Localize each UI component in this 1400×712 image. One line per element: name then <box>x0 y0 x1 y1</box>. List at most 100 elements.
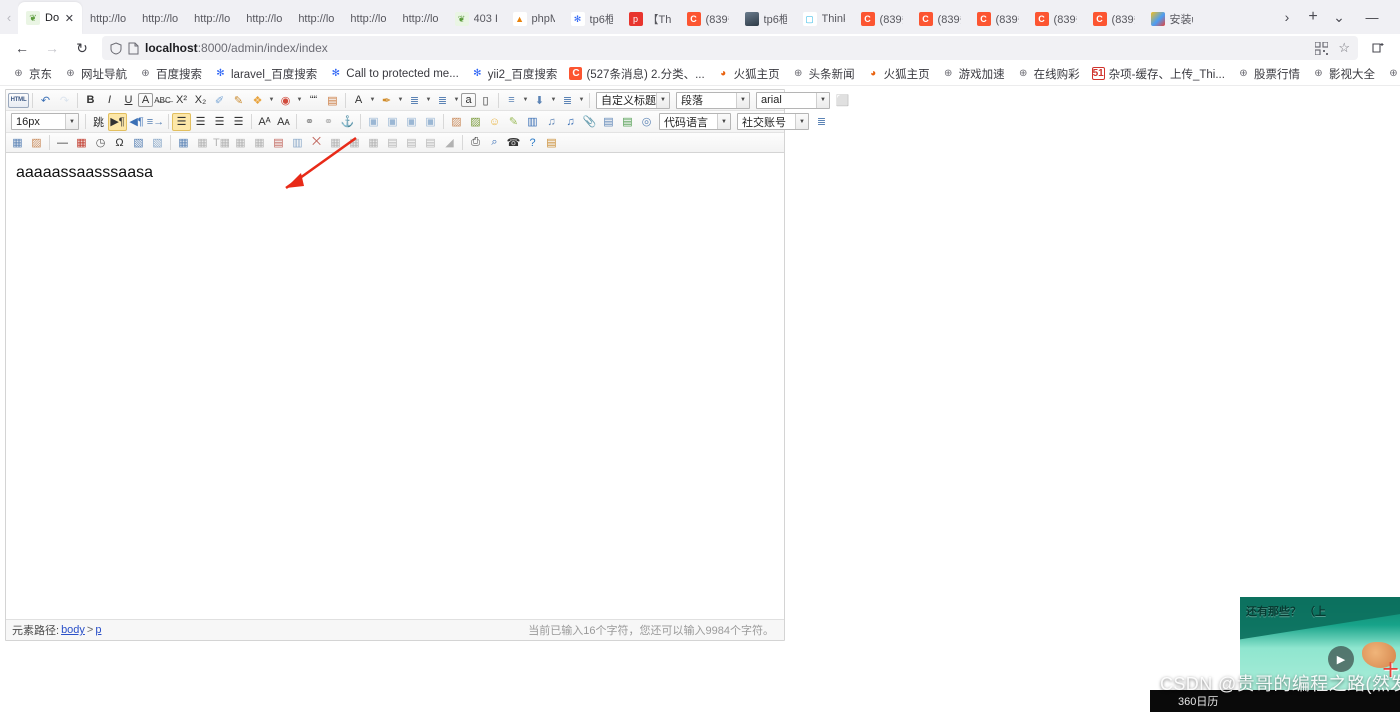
tab-item[interactable]: C (839条 <box>679 4 737 34</box>
search-replace-button[interactable]: ☎ <box>504 134 523 152</box>
table-color-button[interactable]: ◢ <box>440 134 459 152</box>
superscript-button[interactable]: X² <box>172 91 191 109</box>
strikethrough-button[interactable]: A̶B̶C̶ <box>153 91 172 109</box>
tab-item[interactable]: C (839条 <box>911 4 969 34</box>
font-family-select[interactable]: arial ▼ <box>756 91 830 109</box>
bookmark-item[interactable]: ⊕热门小说 <box>1381 65 1400 83</box>
indent-spacing-caret[interactable]: ▼ <box>577 91 586 109</box>
bookmark-item[interactable]: C (527条消息) 2.分类、... <box>563 65 710 83</box>
delete-table-button[interactable]: ▦ <box>193 134 212 152</box>
print-button[interactable]: ⎙ <box>466 134 485 152</box>
insert-time-button[interactable]: ◷ <box>91 134 110 152</box>
help-button[interactable]: ? <box>523 134 542 152</box>
table-sort-button[interactable]: ▦ <box>326 134 345 152</box>
table-align-button[interactable]: ▦ <box>364 134 383 152</box>
insert-music-button[interactable]: ♫ <box>542 113 561 131</box>
tab-item[interactable]: http://lo <box>134 4 186 34</box>
music-search-button[interactable]: ♫ <box>561 113 580 131</box>
paragraph-spacing-caret[interactable]: ▼ <box>549 91 558 109</box>
insert-col-button[interactable]: ▥ <box>288 134 307 152</box>
tab-item[interactable]: http://lo <box>186 4 238 34</box>
collections-icon[interactable] <box>1364 36 1392 60</box>
paragraph-select[interactable]: 段落 ▼ <box>676 91 750 109</box>
insert-code-button[interactable]: ▧ <box>129 134 148 152</box>
word-count-button[interactable]: ≣ <box>812 113 831 131</box>
merge-cell-button[interactable]: ▦ <box>231 134 250 152</box>
chevron-down-icon[interactable]: ▼ <box>717 114 730 129</box>
chevron-down-icon[interactable]: ▼ <box>736 92 749 108</box>
insert-link-button[interactable]: ⚭ <box>300 113 319 131</box>
chevron-down-icon[interactable]: ▼ <box>65 114 78 129</box>
bookmark-item[interactable]: ◕ 火狐主页 <box>711 65 786 83</box>
layout-button[interactable]: ▦ <box>8 134 27 152</box>
page-break-button[interactable]: ▯ <box>476 91 495 109</box>
subscript-button[interactable]: X₂ <box>191 91 210 109</box>
bookmark-item[interactable]: ⊕ 京东 <box>6 65 58 83</box>
minimize-window-button[interactable]: — <box>1352 0 1392 34</box>
insert-table-button[interactable]: ▦ <box>174 134 193 152</box>
remove-format-button[interactable]: ✐ <box>210 91 229 109</box>
bold-button[interactable]: B <box>81 91 100 109</box>
editor-content-area[interactable]: aaaaassaasssaasa <box>6 154 784 619</box>
font-color-button[interactable]: ◉ <box>276 91 295 109</box>
ltr-direction-button[interactable]: ▶¶ <box>108 112 127 131</box>
code-language-select[interactable]: 代码语言 ▼ <box>659 113 731 130</box>
tab-item[interactable]: tp6框 <box>737 4 795 34</box>
bookmark-item[interactable]: ⊕ 股票行情 <box>1231 65 1306 83</box>
format-painter-button[interactable]: ✎ <box>229 91 248 109</box>
close-icon[interactable]: ✕ <box>65 12 74 25</box>
tab-scroll-left-button[interactable]: ‹ <box>0 0 18 34</box>
bookmark-item[interactable]: ⊕ 百度搜索 <box>133 65 208 83</box>
bookmark-item[interactable]: ✻ yii2_百度搜索 <box>465 65 564 83</box>
paste-plain-button[interactable]: 跳 <box>89 113 108 131</box>
special-char-button[interactable]: Ω <box>110 134 129 152</box>
heading-select[interactable]: 自定义标题 ▼ <box>596 91 670 109</box>
chevron-down-icon[interactable]: ▼ <box>816 92 829 108</box>
tab-list-dropdown-button[interactable]: ⌄ <box>1326 4 1352 30</box>
increase-font-button[interactable]: Aᴬ <box>255 113 274 131</box>
border-button[interactable]: A <box>138 93 153 107</box>
image-left-wrap-button[interactable]: ▣ <box>364 113 383 131</box>
horizontal-rule-button[interactable]: — <box>53 134 72 152</box>
bookmark-item[interactable]: ⊕ 影视大全 <box>1306 65 1381 83</box>
tab-item[interactable]: ❦ 403 F <box>447 4 505 34</box>
underline-button[interactable]: U <box>119 91 138 109</box>
insert-date-button[interactable]: ▦ <box>72 134 91 152</box>
background-color-button[interactable]: ✒ <box>377 91 396 109</box>
background-color-caret[interactable]: ▼ <box>396 91 405 109</box>
image-center-button[interactable]: ▣ <box>383 113 402 131</box>
rtl-direction-button[interactable]: ◀¶ <box>127 113 146 131</box>
insert-image-button[interactable]: ▨ <box>447 113 466 131</box>
spellcheck-button[interactable]: ◎ <box>637 113 656 131</box>
template-button[interactable]: ▤ <box>323 91 342 109</box>
unordered-list-button[interactable]: ≣ <box>433 91 452 109</box>
decrease-font-button[interactable]: Aᴀ <box>274 113 293 131</box>
undo-button[interactable]: ↶ <box>36 91 55 109</box>
page-info-icon[interactable] <box>128 42 139 55</box>
tab-item[interactable]: http://lo <box>342 4 394 34</box>
tab-item[interactable]: http://lo <box>238 4 290 34</box>
back-button[interactable]: ← <box>8 36 36 60</box>
chevron-down-icon[interactable]: ▼ <box>656 92 669 108</box>
fullscreen-button[interactable]: ⬜ <box>833 91 852 109</box>
tab-active[interactable]: ❦ Doc ✕ <box>18 2 82 34</box>
image-manager-button[interactable]: ▨ <box>466 113 485 131</box>
bookmark-item[interactable]: ⊕ 游戏加速 <box>936 65 1011 83</box>
text-color-caret[interactable]: ▼ <box>368 91 377 109</box>
tab-item[interactable]: C (839条 <box>1027 4 1085 34</box>
tab-item[interactable]: C (839条 <box>969 4 1027 34</box>
line-height-caret[interactable]: ▼ <box>521 91 530 109</box>
tab-item[interactable]: 安装u <box>1143 4 1201 34</box>
element-path-body[interactable]: body <box>61 624 85 636</box>
gmap-button[interactable]: ▤ <box>618 113 637 131</box>
source-code-button[interactable]: HTML <box>8 92 29 108</box>
table-border-button[interactable]: ▦ <box>345 134 364 152</box>
tab-item[interactable]: http://lo <box>290 4 342 34</box>
attachment-button[interactable]: 📎 <box>580 113 599 131</box>
new-tab-button[interactable]: + <box>1300 4 1326 30</box>
emoticon-button[interactable]: ☺ <box>485 113 504 131</box>
forward-button[interactable]: → <box>38 36 66 60</box>
address-bar[interactable]: localhost:8000/admin/index/index ☆ <box>102 36 1358 60</box>
bookmark-item[interactable]: ✻ Call to protected me... <box>323 66 465 81</box>
indent-button[interactable]: ≡→ <box>146 113 165 131</box>
